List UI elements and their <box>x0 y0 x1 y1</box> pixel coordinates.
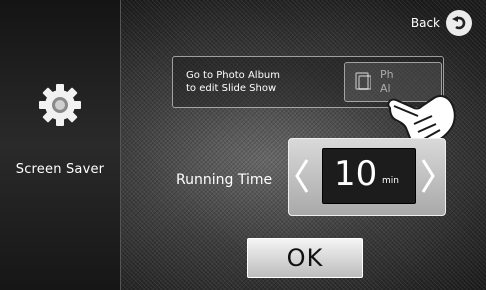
chevron-left-icon <box>295 159 309 193</box>
album-hint-line2: to edit Slide Show <box>186 83 277 94</box>
increase-time-button[interactable] <box>418 150 438 202</box>
sidebar <box>0 0 121 290</box>
back-button[interactable]: Back <box>411 10 472 36</box>
back-label: Back <box>410 16 440 30</box>
album-hint-line1: Go to Photo Album <box>186 70 281 81</box>
running-time-unit: min <box>382 176 399 186</box>
back-arrow-icon <box>446 10 472 36</box>
album-hint-text: Go to Photo Album to edit Slide Show <box>186 69 326 95</box>
running-time-value: 10 <box>334 154 378 194</box>
screen: Screen Saver Back Go to Photo Album to e… <box>0 0 486 290</box>
chevron-right-icon <box>421 159 435 193</box>
ok-button[interactable]: OK <box>247 238 363 278</box>
photo-album-icon <box>355 72 371 90</box>
ok-label: OK <box>286 244 324 272</box>
sidebar-item-screen-saver[interactable]: Screen Saver <box>0 162 120 177</box>
gear-icon <box>39 84 81 126</box>
running-time-label: Running Time <box>176 172 273 188</box>
decrease-time-button[interactable] <box>292 150 312 202</box>
